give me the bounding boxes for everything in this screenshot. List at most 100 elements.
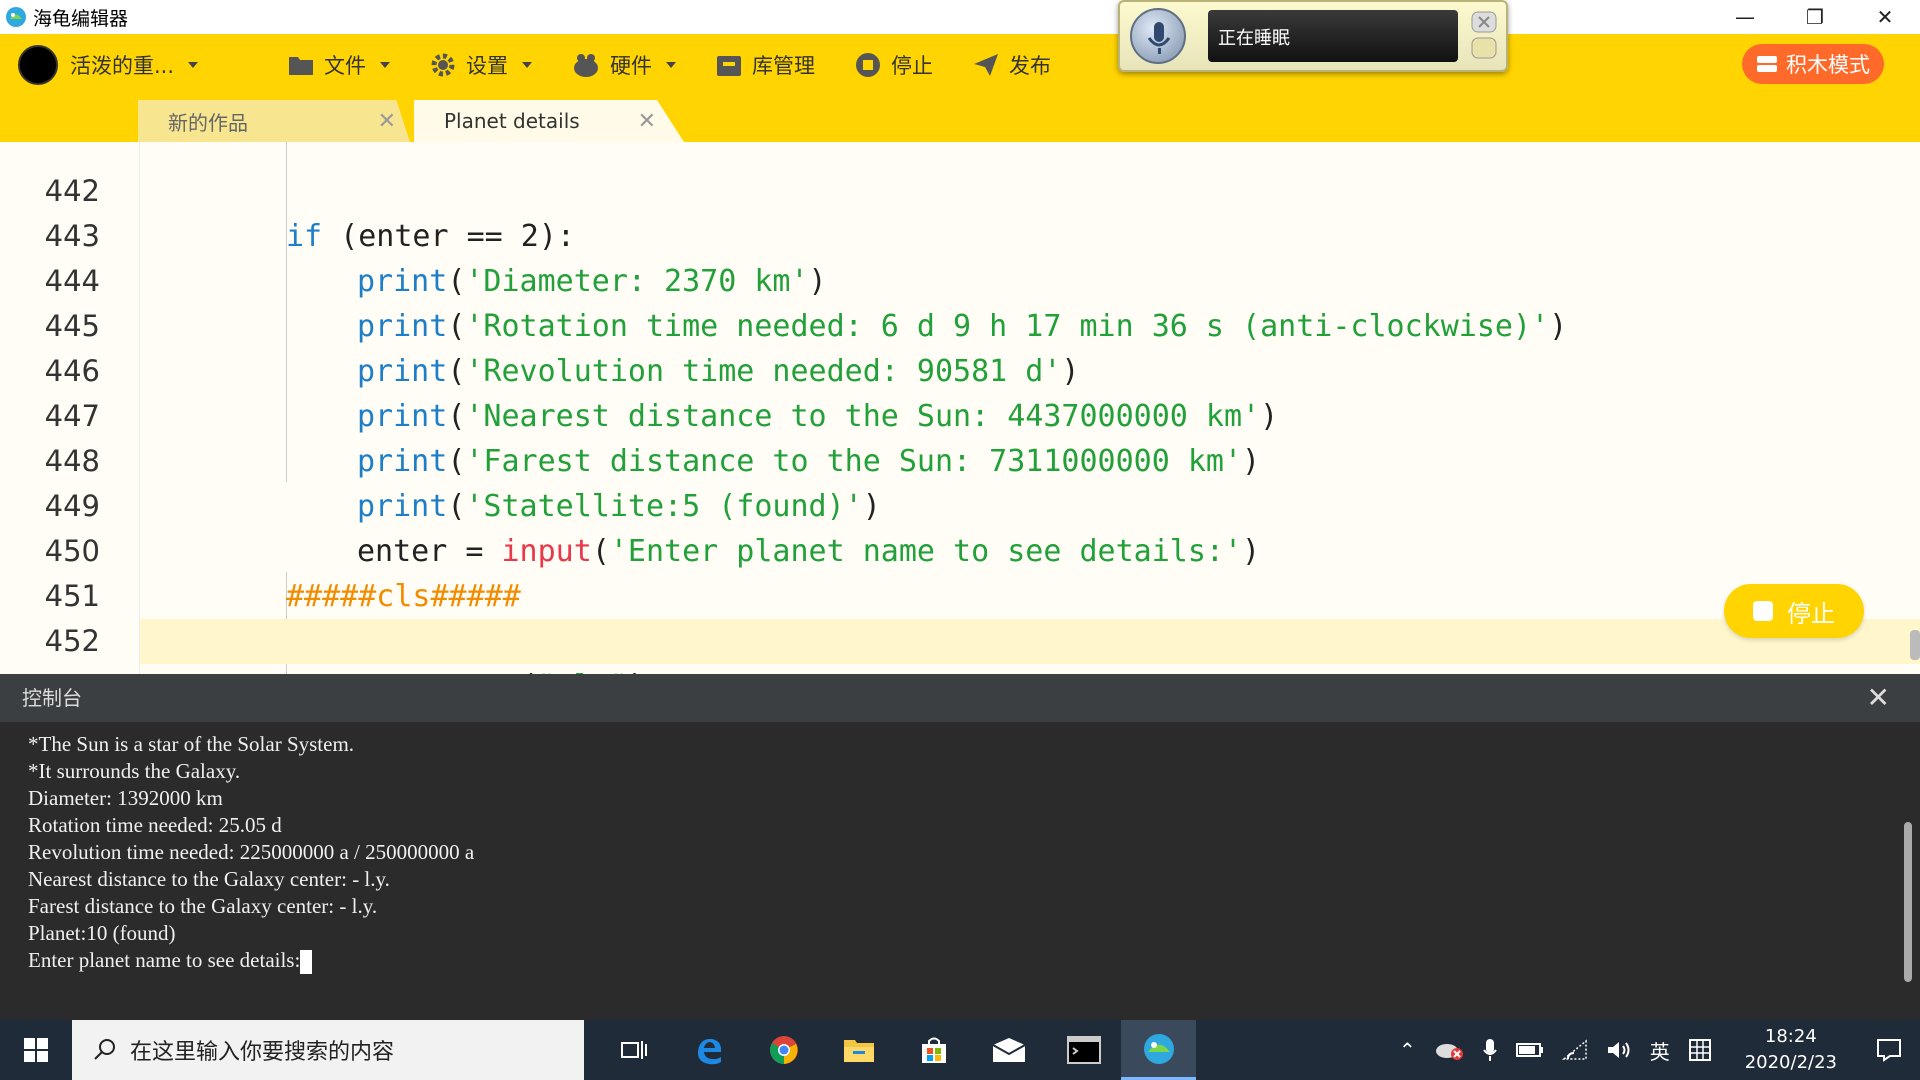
folder-icon bbox=[843, 1040, 874, 1062]
speech-status: 正在睡眠 bbox=[1208, 10, 1458, 62]
code-line: 445 print('Revolution time needed: 90581… bbox=[0, 259, 1920, 389]
edge-icon bbox=[697, 1038, 721, 1065]
console-header: 控制台 ✕ bbox=[0, 674, 1920, 722]
tab-label: Planet details bbox=[444, 109, 580, 133]
floating-stop-label: 停止 bbox=[1787, 599, 1835, 628]
wifi-icon[interactable] bbox=[1561, 1039, 1588, 1061]
chevron-down-icon bbox=[380, 62, 390, 68]
speech-recognition-bar[interactable]: 正在睡眠 bbox=[1118, 0, 1508, 72]
box-icon bbox=[717, 56, 741, 76]
terminal-icon bbox=[1066, 1036, 1101, 1064]
battery-icon[interactable] bbox=[1515, 1042, 1544, 1058]
console-line: Revolution time needed: 225000000 a / 25… bbox=[28, 840, 475, 864]
ime-language-indicator[interactable]: 英 bbox=[1650, 1036, 1670, 1065]
console-line: Nearest distance to the Galaxy center: -… bbox=[28, 867, 390, 891]
chevron-up-icon[interactable]: ⌃ bbox=[1399, 1038, 1416, 1062]
editor-scrollbar[interactable] bbox=[1910, 630, 1920, 660]
console-line: *It surrounds the Galaxy. bbox=[28, 759, 241, 783]
system-tray: ⌃ 英 18:24 2020/2/23 bbox=[1390, 1020, 1920, 1080]
code-text: os.system("cls") bbox=[357, 664, 646, 674]
code-line: 449 enter = input('Enter planet name to … bbox=[0, 439, 1920, 569]
microphone-icon[interactable] bbox=[1130, 8, 1186, 64]
stop-icon bbox=[1753, 601, 1773, 621]
volume-icon[interactable] bbox=[1606, 1039, 1632, 1061]
floating-stop-button[interactable]: 停止 bbox=[1724, 584, 1864, 638]
close-icon[interactable]: ✕ bbox=[378, 109, 396, 134]
library-label: 库管理 bbox=[752, 54, 815, 78]
file-menu[interactable]: 文件 bbox=[288, 50, 390, 80]
speech-close-icon[interactable] bbox=[1470, 10, 1498, 62]
console-line: Diameter: 1392000 km bbox=[28, 786, 223, 810]
clock[interactable]: 18:24 2020/2/23 bbox=[1745, 1024, 1837, 1076]
minimize-button[interactable]: — bbox=[1710, 0, 1780, 34]
taskbar-search-input[interactable]: 在这里输入你要搜索的内容 bbox=[72, 1020, 584, 1080]
chrome-button[interactable] bbox=[746, 1020, 821, 1080]
turtle-logo-icon bbox=[6, 7, 26, 27]
console-prompt: Enter planet name to see details: bbox=[28, 948, 301, 972]
clock-date: 2020/2/23 bbox=[1744, 1052, 1837, 1073]
console-line: Farest distance to the Galaxy center: - … bbox=[28, 894, 378, 918]
hardware-menu-label: 硬件 bbox=[610, 54, 652, 78]
console-line: Rotation time needed: 25.05 d bbox=[28, 813, 282, 837]
hardware-menu[interactable]: 硬件 bbox=[572, 50, 676, 80]
search-placeholder: 在这里输入你要搜索的内容 bbox=[130, 1040, 395, 1065]
mail-icon bbox=[992, 1038, 1025, 1062]
ime-mode-icon[interactable] bbox=[1688, 1038, 1712, 1062]
folder-icon bbox=[289, 57, 313, 75]
restore-button[interactable]: ❐ bbox=[1780, 0, 1850, 34]
code-line: 447 print('Farest distance to the Sun: 7… bbox=[0, 349, 1920, 479]
windows-logo-icon bbox=[24, 1038, 48, 1062]
chevron-down-icon bbox=[522, 62, 532, 68]
console-input-line[interactable]: Enter planet name to see details: bbox=[28, 948, 1920, 975]
code-editor[interactable]: 442 if (enter == 2): 443 print('Diameter… bbox=[0, 142, 1920, 674]
block-mode-label: 积木模式 bbox=[1786, 53, 1870, 77]
file-explorer-button[interactable] bbox=[821, 1020, 896, 1080]
taskbar-apps bbox=[596, 1020, 1196, 1080]
chevron-down-icon bbox=[666, 62, 676, 68]
tab-new-work[interactable]: 新的作品 ✕ bbox=[138, 100, 410, 142]
user-menu[interactable]: 活泼的重... bbox=[18, 45, 248, 85]
settings-menu[interactable]: 设置 bbox=[430, 50, 532, 80]
stop-button[interactable]: 停止 bbox=[855, 50, 933, 80]
tab-planet-details[interactable]: Planet details ✕ bbox=[414, 100, 684, 142]
console-output[interactable]: *The Sun is a star of the Solar System. … bbox=[0, 722, 1920, 1020]
tab-label: 新的作品 bbox=[168, 110, 248, 135]
close-icon[interactable]: ✕ bbox=[638, 109, 656, 134]
close-icon[interactable]: ✕ bbox=[1867, 674, 1890, 722]
code-line: 442 if (enter == 2): bbox=[0, 142, 1920, 254]
search-icon bbox=[94, 1039, 115, 1060]
code-line: 446 print('Nearest distance to the Sun: … bbox=[0, 304, 1920, 434]
stop-label: 停止 bbox=[891, 54, 933, 78]
publish-button[interactable]: 发布 bbox=[973, 50, 1051, 80]
task-view-button[interactable] bbox=[596, 1020, 671, 1080]
onedrive-error-icon[interactable] bbox=[1434, 1039, 1464, 1061]
text-cursor bbox=[300, 950, 313, 975]
stop-icon bbox=[856, 53, 880, 77]
tab-bar: 新的作品 ✕ Planet details ✕ bbox=[0, 96, 1920, 142]
send-icon bbox=[974, 54, 998, 76]
microphone-tray-icon[interactable] bbox=[1482, 1038, 1498, 1062]
block-mode-button[interactable]: 积木模式 bbox=[1742, 44, 1884, 84]
code-line: 452 os.system("cls") bbox=[0, 574, 1920, 674]
mail-button[interactable] bbox=[971, 1020, 1046, 1080]
notification-icon[interactable] bbox=[1876, 1038, 1902, 1062]
window-controls: — ❐ ✕ bbox=[1710, 0, 1920, 34]
app-title: 海龟编辑器 bbox=[33, 7, 129, 30]
turtle-editor-button[interactable] bbox=[1121, 1020, 1196, 1080]
library-button[interactable]: 库管理 bbox=[716, 50, 815, 80]
chevron-down-icon bbox=[188, 62, 199, 68]
terminal-button[interactable] bbox=[1046, 1020, 1121, 1080]
store-button[interactable] bbox=[896, 1020, 971, 1080]
line-number: 453 bbox=[0, 664, 100, 674]
console-line: *The Sun is a star of the Solar System. bbox=[28, 732, 355, 756]
code-line: 444 print('Rotation time needed: 6 d 9 h… bbox=[0, 214, 1920, 344]
console-line: Planet:10 (found) bbox=[28, 921, 176, 945]
blocks-icon bbox=[1757, 56, 1777, 72]
edge-button[interactable] bbox=[671, 1020, 746, 1080]
close-window-button[interactable]: ✕ bbox=[1850, 0, 1920, 34]
console-title: 控制台 bbox=[22, 686, 82, 710]
start-button[interactable] bbox=[0, 1020, 72, 1080]
store-icon bbox=[921, 1037, 946, 1063]
console-scrollbar[interactable] bbox=[1904, 822, 1912, 982]
title-bar: 海龟编辑器 — ❐ ✕ bbox=[0, 0, 1920, 34]
